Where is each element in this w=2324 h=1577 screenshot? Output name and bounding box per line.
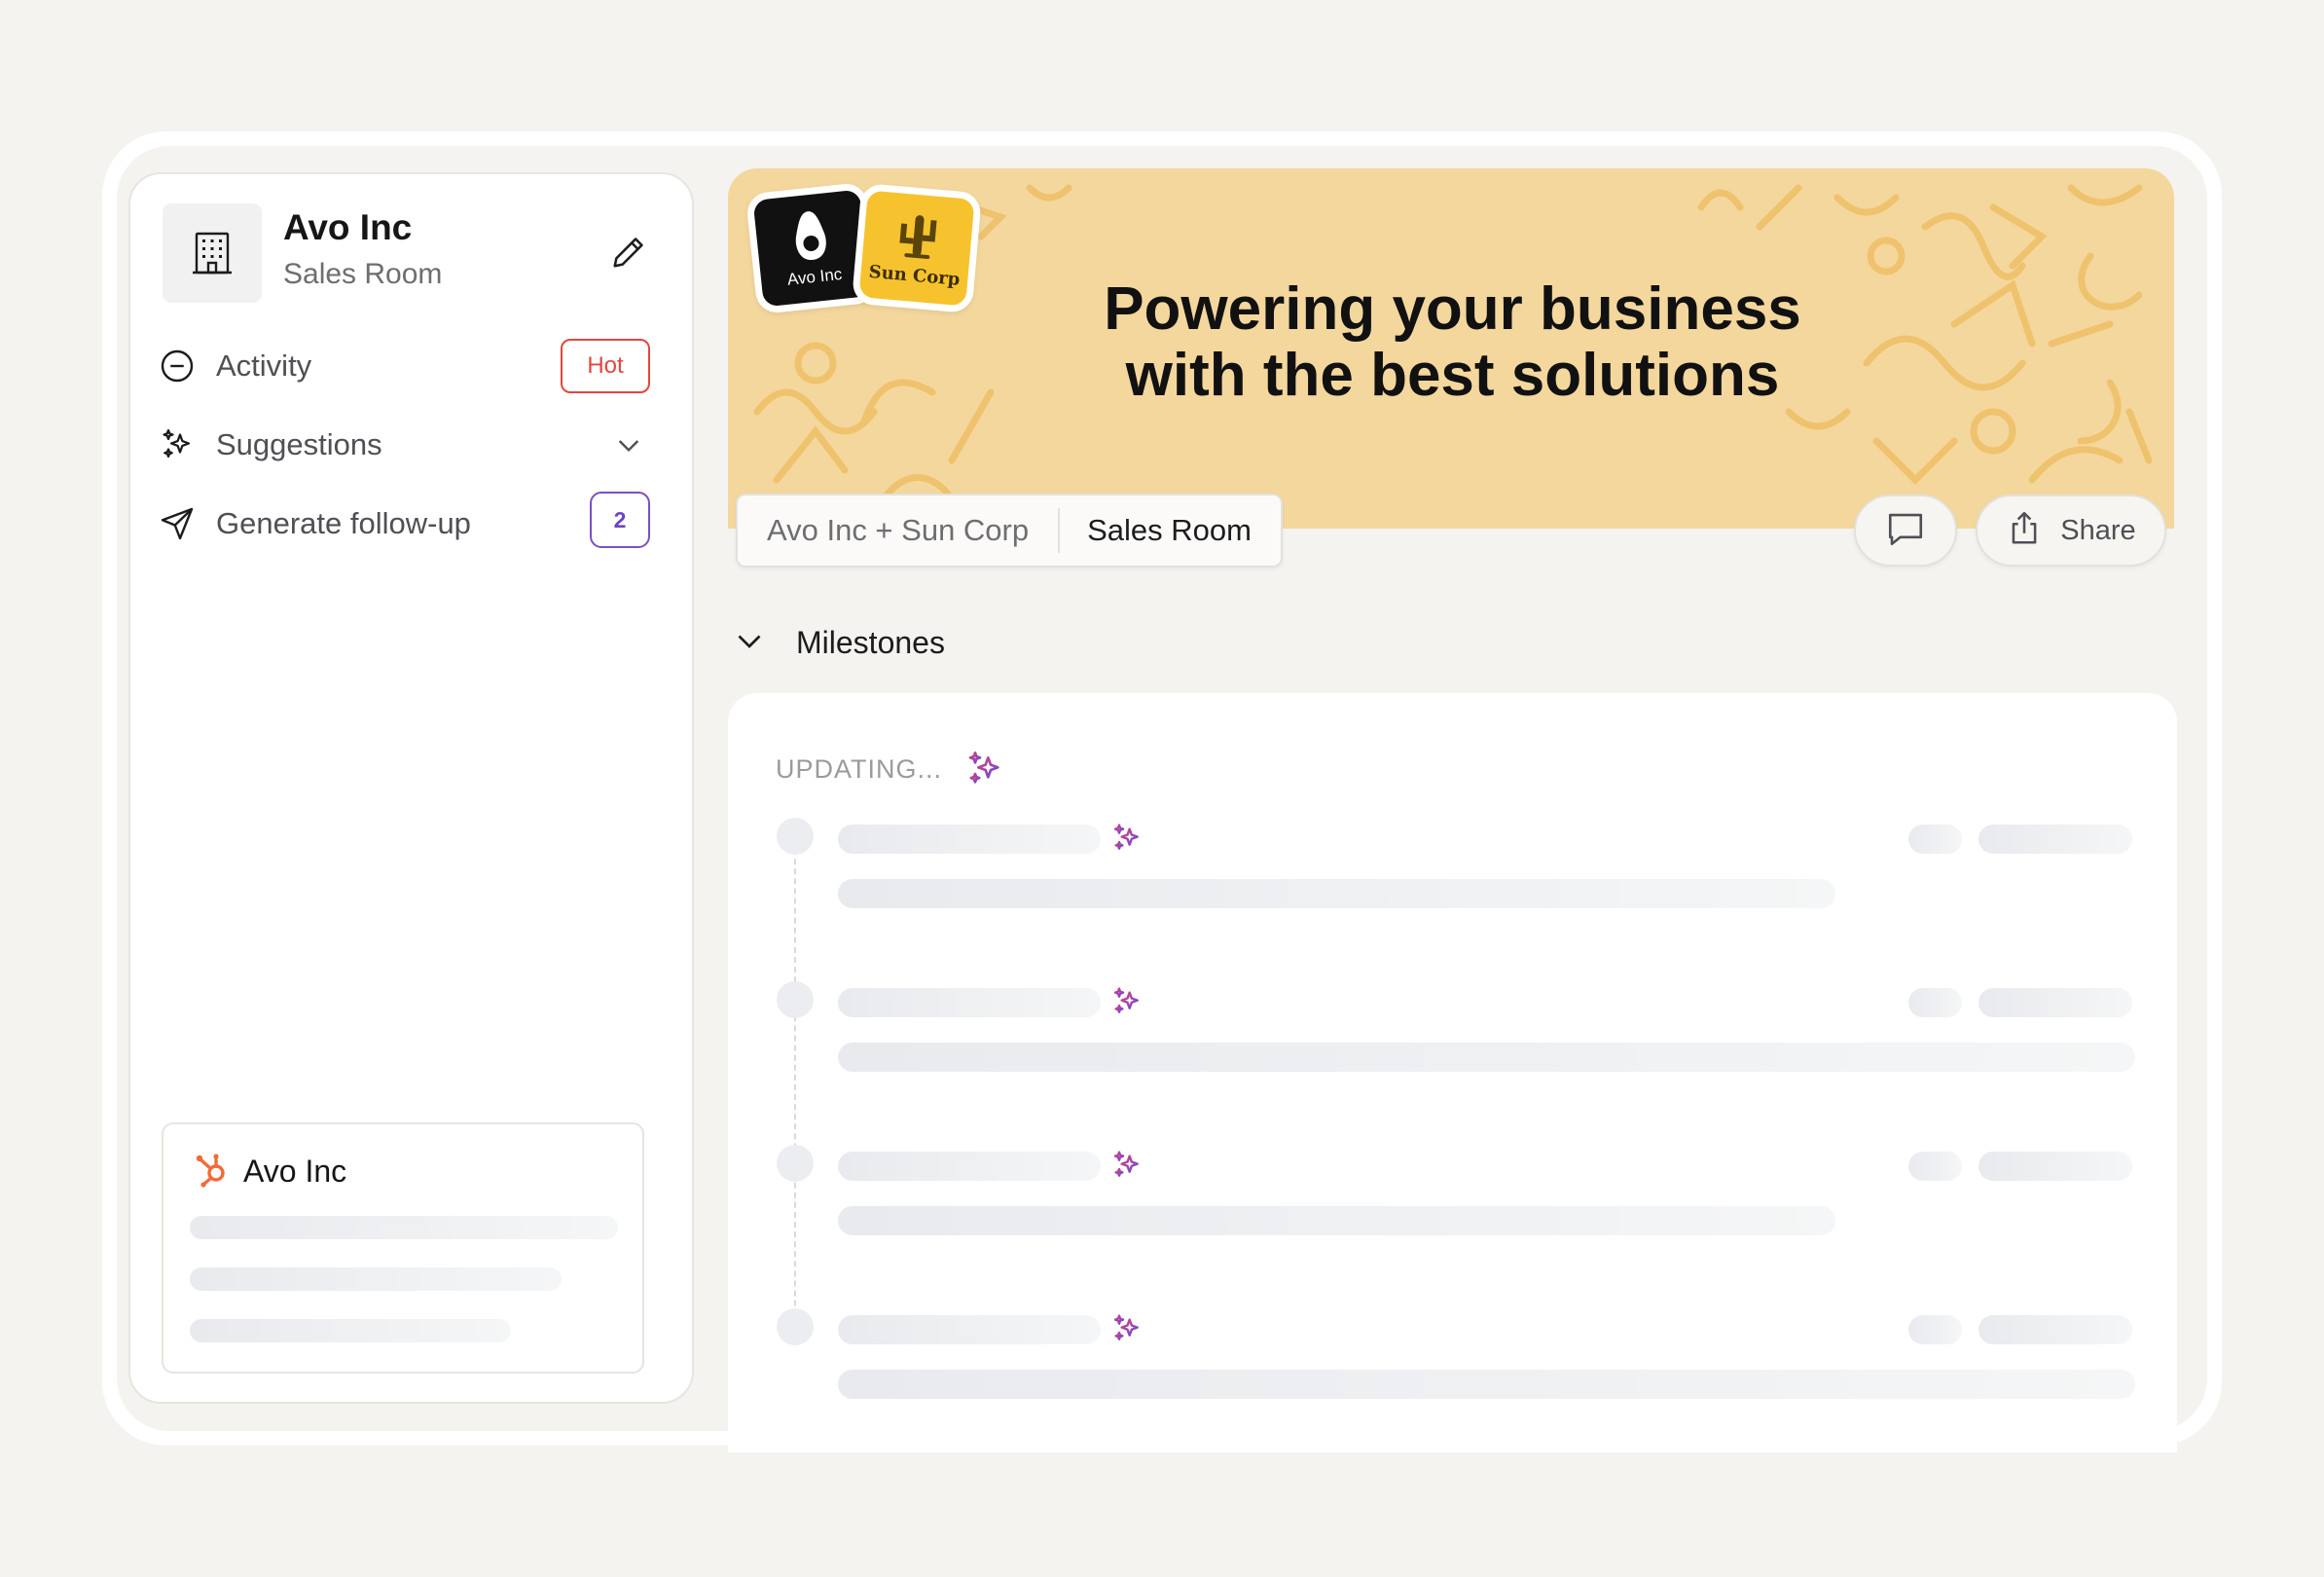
milestones-panel: UPDATING... — [728, 693, 2177, 1452]
crm-record-header: Avo Inc — [193, 1150, 346, 1193]
breadcrumb-parent[interactable]: Avo Inc + Sun Corp — [767, 513, 1058, 548]
skeleton-line — [838, 1152, 1101, 1181]
pencil-icon[interactable] — [607, 231, 650, 274]
skeleton-line — [190, 1267, 562, 1291]
cactus-icon — [899, 214, 937, 259]
sidebar: Avo Inc Sales Room Activity Hot Suggesti… — [128, 172, 694, 1404]
building-icon — [163, 203, 262, 303]
chevron-down-icon — [732, 623, 767, 663]
section-title: Milestones — [796, 625, 945, 660]
skeleton-line — [838, 1206, 1835, 1235]
skeleton-line — [1979, 1152, 2132, 1181]
sidebar-item-label: Generate follow-up — [216, 506, 471, 540]
skeleton-line — [838, 988, 1101, 1017]
sparkles-icon — [1111, 823, 1143, 859]
skeleton-line — [838, 879, 1835, 908]
crm-record-name: Avo Inc — [243, 1154, 347, 1189]
breadcrumb: Avo Inc + Sun Corp Sales Room — [736, 494, 1283, 568]
skeleton-line — [190, 1319, 511, 1342]
skeleton-line — [1979, 1315, 2132, 1344]
comment-button[interactable] — [1854, 495, 1957, 567]
skeleton-line — [1908, 988, 1962, 1017]
minus-circle-icon — [158, 347, 197, 385]
banner-headline: Powering your business with the best sol… — [1002, 276, 1903, 409]
updating-status: UPDATING... — [776, 750, 1004, 788]
sidebar-item-label: Suggestions — [216, 427, 382, 461]
company-subtitle: Sales Room — [283, 258, 443, 290]
sparkles-icon — [1111, 1150, 1143, 1186]
sidebar-item-label: Activity — [216, 348, 312, 383]
skeleton-line — [838, 825, 1101, 854]
status-badge: Hot — [561, 339, 650, 393]
skeleton-line — [1908, 1315, 1962, 1344]
logo-label: Sun Corp — [867, 261, 962, 290]
sidebar-item-activity[interactable]: Activity Hot — [158, 337, 650, 395]
sun-corp-logo: Sun Corp — [851, 182, 983, 314]
milestone-dot — [777, 1145, 814, 1182]
share-button[interactable]: Share — [1976, 495, 2166, 567]
share-icon — [2006, 510, 2043, 552]
skeleton-line — [838, 1370, 2135, 1399]
status-text: UPDATING... — [776, 753, 943, 784]
comment-icon — [1885, 508, 1926, 554]
headline-line: with the best solutions — [1125, 342, 1780, 409]
timeline-connector — [794, 839, 796, 1345]
company-name: Avo Inc — [283, 207, 413, 247]
send-icon — [158, 504, 197, 543]
sidebar-item-suggestions[interactable]: Suggestions — [158, 416, 650, 474]
milestone-dot — [777, 1308, 814, 1345]
sparkles-icon — [1111, 986, 1143, 1022]
chevron-down-icon[interactable] — [613, 429, 644, 465]
skeleton-line — [1979, 988, 2132, 1017]
hubspot-icon — [193, 1150, 232, 1193]
milestone-dot — [777, 981, 814, 1018]
breadcrumb-current: Sales Room — [1087, 513, 1252, 547]
avocado-icon — [795, 211, 826, 260]
sparkles-icon — [968, 752, 999, 784]
headline-line: Powering your business — [1104, 275, 1801, 343]
sparkles-icon — [1111, 1313, 1143, 1349]
sidebar-item-generate-followup[interactable]: Generate follow-up 2 — [158, 492, 650, 553]
skeleton-line — [1979, 825, 2132, 854]
sparkles-icon — [158, 425, 197, 464]
share-label: Share — [2060, 514, 2136, 546]
milestone-dot — [777, 818, 814, 855]
milestones-toggle[interactable]: Milestones — [732, 623, 945, 663]
skeleton-line — [1908, 1152, 1962, 1181]
logo-label: Avo Inc — [786, 264, 844, 289]
skeleton-line — [190, 1216, 618, 1239]
skeleton-line — [838, 1315, 1101, 1344]
skeleton-line — [838, 1043, 2135, 1072]
skeleton-line — [1908, 825, 1962, 854]
crm-record-card[interactable]: Avo Inc — [162, 1122, 644, 1374]
count-badge: 2 — [590, 492, 650, 548]
